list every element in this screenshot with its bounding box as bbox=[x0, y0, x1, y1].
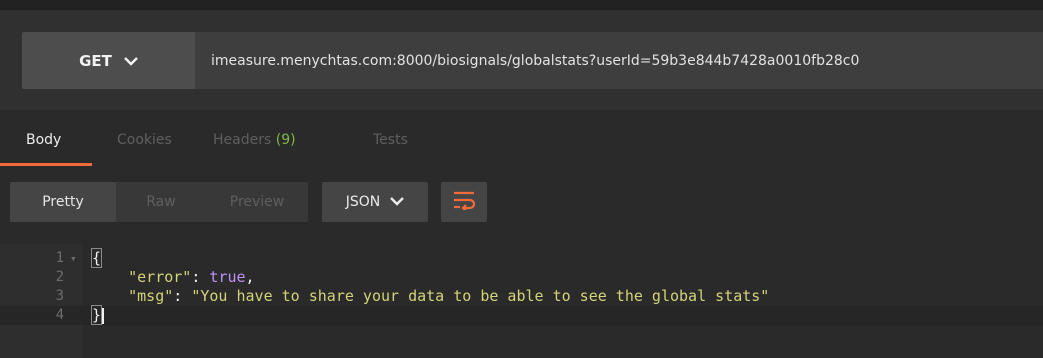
code-text: { bbox=[90, 248, 103, 268]
url-input[interactable]: imeasure.menychtas.com:8000/biosignals/g… bbox=[195, 32, 1043, 89]
tab-cookies[interactable]: Cookies bbox=[117, 132, 172, 148]
line-number: 3 bbox=[55, 288, 64, 304]
tab-body[interactable]: Body bbox=[26, 132, 61, 148]
code-text: } bbox=[90, 305, 105, 325]
raw-button[interactable]: Raw bbox=[116, 182, 206, 222]
json-colon: : bbox=[173, 287, 192, 305]
json-colon: : bbox=[191, 268, 210, 286]
method-label: GET bbox=[79, 51, 112, 70]
wrap-lines-button[interactable] bbox=[441, 182, 487, 222]
format-label: JSON bbox=[345, 194, 381, 210]
close-brace: } bbox=[90, 305, 103, 325]
tab-headers[interactable]: Headers (9) bbox=[213, 132, 296, 148]
response-body-editor[interactable]: 1 ▾ { 2 "error": true, 3 "msg": "You hav… bbox=[0, 244, 1043, 358]
request-bar: GET imeasure.menychtas.com:8000/biosigna… bbox=[0, 10, 1043, 110]
json-string-value: "You have to share your data to be able … bbox=[191, 287, 770, 305]
line-number: 1 bbox=[55, 250, 64, 266]
json-key: "error" bbox=[128, 268, 192, 286]
active-tab-indicator bbox=[0, 163, 92, 166]
code-text: "error": true, bbox=[92, 268, 255, 287]
code-text: "msg": "You have to share your data to b… bbox=[92, 287, 769, 306]
preview-button[interactable]: Preview bbox=[206, 182, 308, 222]
json-comma: , bbox=[245, 268, 255, 286]
top-strip bbox=[0, 0, 1043, 10]
line-number: 4 bbox=[55, 307, 64, 323]
code-line: 1 ▾ { bbox=[0, 248, 1043, 268]
code-line: 3 "msg": "You have to share your data to… bbox=[0, 287, 1043, 306]
chevron-down-icon bbox=[390, 194, 405, 210]
line-number: 2 bbox=[55, 269, 64, 285]
method-dropdown[interactable]: GET bbox=[22, 32, 195, 89]
url-text: imeasure.menychtas.com:8000/biosignals/g… bbox=[211, 52, 860, 69]
response-tabs: Body Cookies Headers (9) Tests bbox=[0, 110, 1043, 168]
open-brace: { bbox=[90, 248, 103, 268]
json-boolean-value: true bbox=[209, 268, 246, 286]
response-toolbar: Pretty Raw Preview JSON bbox=[0, 168, 1043, 244]
fold-arrow-icon[interactable]: ▾ bbox=[70, 249, 77, 268]
tab-tests[interactable]: Tests bbox=[373, 132, 408, 148]
json-key: "msg" bbox=[128, 287, 174, 305]
code-line: 4 } bbox=[0, 305, 1043, 325]
pretty-button[interactable]: Pretty bbox=[10, 182, 116, 222]
tab-headers-label: Headers bbox=[213, 132, 272, 148]
text-cursor bbox=[102, 307, 105, 324]
format-dropdown[interactable]: JSON bbox=[322, 182, 428, 222]
headers-count-badge: (9) bbox=[275, 132, 296, 148]
view-mode-group: Pretty Raw Preview bbox=[10, 182, 308, 222]
code-line: 2 "error": true, bbox=[0, 268, 1043, 287]
wrap-lines-icon bbox=[452, 190, 476, 214]
chevron-down-icon bbox=[124, 52, 138, 70]
